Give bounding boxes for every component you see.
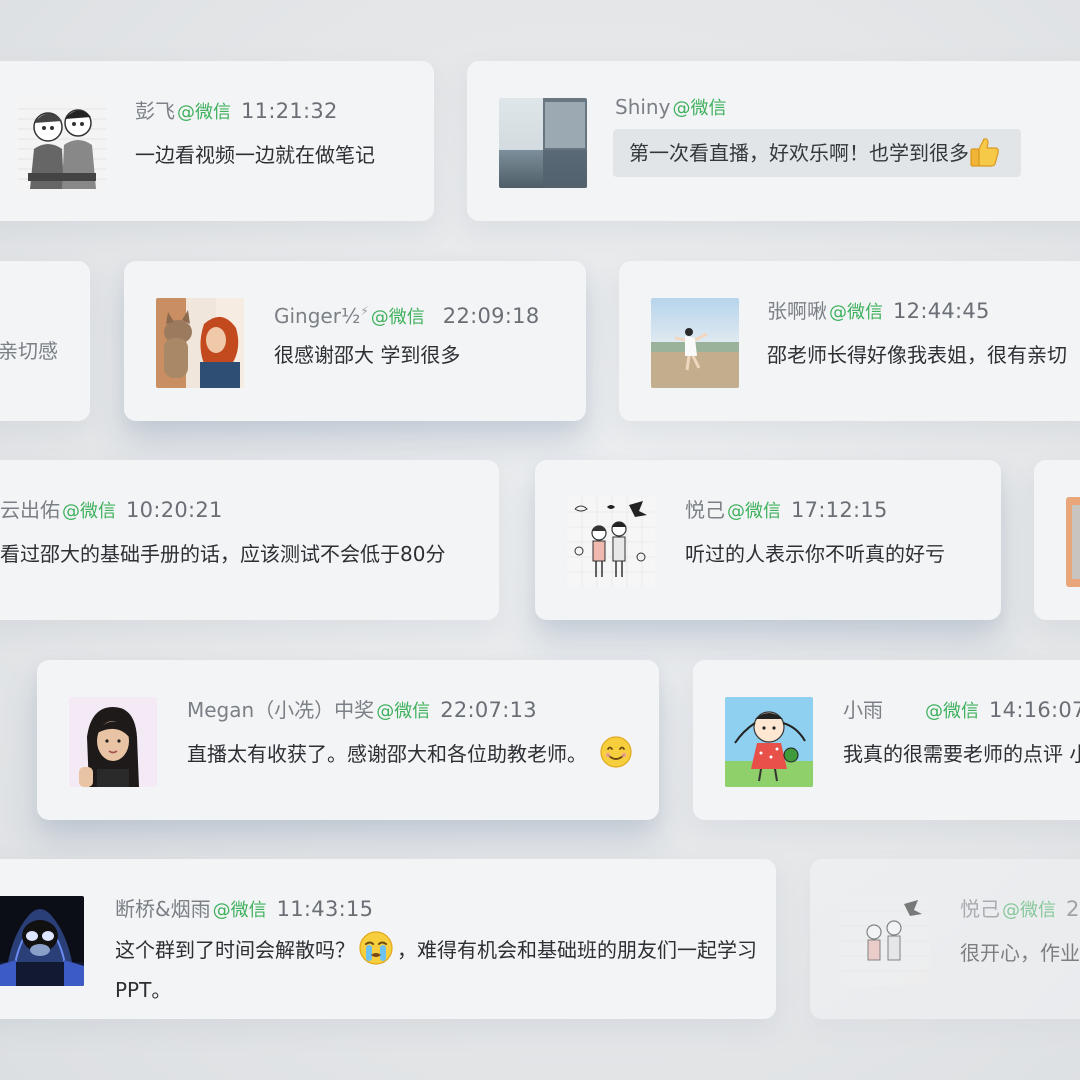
thumbs-up-emoji-icon [967,135,1001,169]
timestamp: 2 [1066,897,1080,921]
comment-message-text: 这个群到了时间会解散吗？ [115,938,355,962]
comment-meta: 云出佑 @微信 10:20:21 [0,496,223,526]
comment-meta: 断桥&烟雨 @微信 11:43:15 [115,895,373,925]
timestamp: 22:07:13 [440,698,537,722]
comment-card-xiaoyu: 小雨 @微信 14:16:07 我真的很需要老师的点评 小 [693,660,1080,820]
wechat-source-label: @微信 [177,102,231,123]
comment-wall: 彭飞 @微信 11:21:32 一边看视频一边就在做笔记 Shiny @微信 第… [0,0,1080,1080]
comment-card-zhangajiu: 张啊啾 @微信 12:44:45 邵老师长得好像我表姐，很有亲切 [619,261,1080,421]
comment-message: 这个群到了时间会解散吗？ ，难得有机会和基础班的朋友们一起学习PPT。 [115,929,765,1010]
comment-card-yueji: 悦己 @微信 17:12:15 听过的人表示你不听真的好亏 [535,460,1001,620]
comment-meta: 悦己 @微信 2 [960,895,1080,925]
username: 断桥&烟雨 [115,897,211,921]
wechat-source-label: @微信 [672,98,727,119]
wechat-source-label: @微信 [727,501,781,522]
comment-meta: Ginger½⚡ @微信 22:09:18 [274,297,540,332]
comment-meta: 张啊啾 @微信 12:44:45 [767,297,990,327]
comment-message: 直播太有收获了。感谢邵大和各位助教老师。 [187,734,635,774]
comment-message: 听过的人表示你不听真的好亏 [685,542,945,566]
comment-message-text: 直播太有收获了。感谢邵大和各位助教老师。 [187,742,587,766]
comment-message: 邵老师长得好像我表姐，很有亲切 [767,343,1067,367]
avatar-sketch-couple [18,99,106,189]
username: Megan（小冼）中奖 [187,698,375,722]
wechat-source-label: @微信 [212,900,267,921]
comment-meta: 彭飞 @微信 11:21:32 [135,97,338,127]
comment-card-pengfei: 彭飞 @微信 11:21:32 一边看视频一边就在做笔记 [0,61,434,221]
comment-message: 第一次看直播，好欢乐啊！也学到很多 [629,141,969,165]
wechat-source-label: @微信 [829,302,883,323]
comment-card-ginger: Ginger½⚡ @微信 22:09:18 很感谢邵大 学到很多 [124,261,586,421]
avatar-woman-portrait [69,697,157,787]
comment-card-partial-left: 亲切感 [0,261,90,421]
comment-card-yueji-2: 悦己 @微信 2 很开心，作业 [810,859,1080,1019]
comment-card-partial-right [1034,460,1080,620]
wechat-source-label: @微信 [62,501,116,522]
comment-message: 一边看视频一边就在做笔记 [135,143,375,167]
comment-message: 很感谢邵大 学到很多 [274,343,461,367]
avatar-robot-penguin [0,896,84,986]
timestamp: 11:43:15 [276,897,374,921]
username: 小雨 [843,698,883,722]
comment-meta: Megan（小冼）中奖 @微信 22:07:13 [187,696,537,726]
username: 悦己 [960,897,1000,921]
username: 云出佑 [0,498,60,522]
comment-meta: 小雨 @微信 14:16:07 [843,696,1080,726]
username: 彭飞 [135,99,175,123]
comment-message: 很开心，作业 [960,941,1080,965]
comment-message: 我真的很需要老师的点评 小 [843,742,1080,766]
signal-icon: ⚡ [360,304,369,318]
wechat-source-label: @微信 [925,701,979,722]
comment-message-bubble: 第一次看直播，好欢乐啊！也学到很多 [613,129,1021,177]
avatar-running-girl [651,298,739,388]
timestamp: 17:12:15 [791,498,888,522]
avatar-woman-with-cat [156,298,244,388]
timestamp: 22:09:18 [442,304,540,328]
wechat-source-label: @微信 [376,701,431,722]
comment-meta: 悦己 @微信 17:12:15 [685,496,888,526]
comment-card-megan: Megan（小冼）中奖 @微信 22:07:13 直播太有收获了。感谢邵大和各位助教… [37,660,659,820]
avatar-doodle-couple [567,497,655,587]
wechat-source-label: @微信 [1002,900,1056,921]
comment-card-shiny: Shiny @微信 第一次看直播，好欢乐啊！也学到很多 [467,61,1080,221]
username: Ginger½ [274,304,361,328]
timestamp: 11:21:32 [241,99,338,123]
username: 悦己 [685,498,725,522]
username: Shiny [615,95,671,119]
timestamp: 14:16:07 [989,698,1080,722]
timestamp: 10:20:21 [126,498,223,522]
crying-emoji-icon [357,929,395,967]
avatar-partial [1066,497,1080,587]
username: 张啊啾 [767,299,827,323]
smile-emoji-icon [599,735,633,769]
wechat-source-label: @微信 [370,307,425,328]
avatar-seascape [499,98,587,188]
comment-meta: Shiny @微信 [615,93,726,123]
avatar-cartoon-girl [725,697,813,787]
avatar-doodle-couple [842,896,930,986]
comment-card-duanqiao: 断桥&烟雨 @微信 11:43:15 这个群到了时间会解散吗？ ，难得有机会和基础班… [0,859,776,1019]
timestamp: 12:44:45 [893,299,990,323]
comment-message-fragment: 亲切感 [0,339,58,363]
comment-card-yunchuyou: 云出佑 @微信 10:20:21 看过邵大的基础手册的话，应该测试不会低于80分 [0,460,499,620]
comment-message: 看过邵大的基础手册的话，应该测试不会低于80分 [0,542,446,566]
